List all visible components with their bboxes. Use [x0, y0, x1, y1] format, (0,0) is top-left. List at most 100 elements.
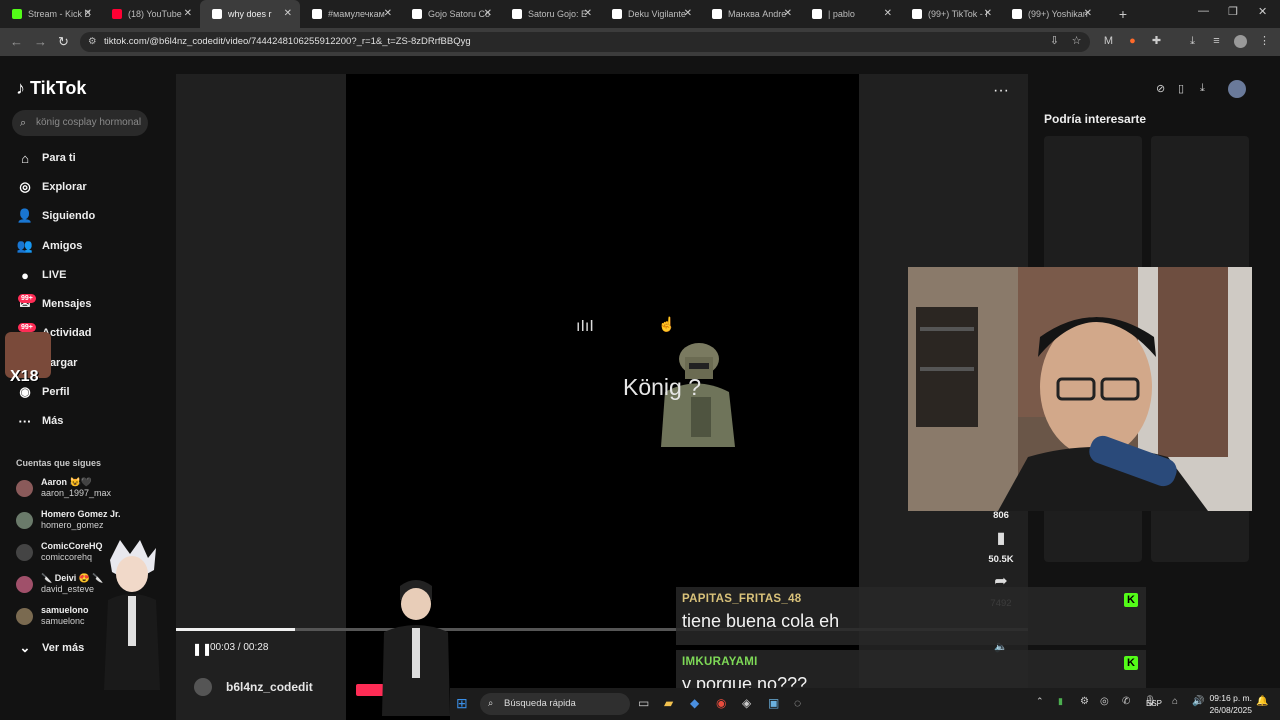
tab-close-icon[interactable]: ✕	[984, 8, 992, 19]
browser-tab[interactable]: Satoru Gojo: E ✕	[500, 0, 600, 28]
extension-orange-icon[interactable]: ●	[1126, 35, 1139, 48]
avatar	[16, 479, 33, 497]
install-app-icon[interactable]: ⇩	[1048, 35, 1061, 48]
sidebar-item-following[interactable]: 👤 Siguiendo	[16, 206, 95, 226]
tab-close-icon[interactable]: ✕	[84, 8, 92, 19]
tray-app-icon[interactable]: ▮	[1058, 696, 1063, 707]
tiktok-logo[interactable]: ♪ TikTok	[16, 78, 86, 99]
sidebar-item-compass[interactable]: ◎ Explorar	[16, 177, 86, 197]
browser-menu-icon[interactable]: ⋮	[1258, 35, 1271, 48]
tab-close-icon[interactable]: ✕	[184, 8, 192, 19]
browser-tab[interactable]: Манхва Andre ✕	[700, 0, 800, 28]
network-icon[interactable]: ⌂	[1172, 696, 1178, 707]
followed-account[interactable]: samuelono samuelonc	[16, 602, 89, 630]
see-more-button[interactable]: ⌄ Ver más	[16, 638, 85, 658]
comment-count: 806	[993, 510, 1009, 521]
tab-favicon-icon	[312, 9, 322, 19]
file-explorer-icon[interactable]: ▰	[664, 696, 673, 710]
tray-app-icon[interactable]: ✆	[1122, 696, 1130, 707]
kick-badge-icon: K	[1124, 656, 1138, 670]
webcam-overlay	[908, 267, 1252, 511]
app-icon[interactable]: ◈	[742, 696, 751, 710]
reload-icon[interactable]: ↻	[58, 34, 69, 50]
sidebar-item-more[interactable]: ··· Más	[16, 411, 64, 431]
sidebar-item-friends[interactable]: 👥 Amigos	[16, 236, 82, 256]
browser-tab[interactable]: (99+) Yoshikan ✕	[1000, 0, 1100, 28]
bookmark-star-icon[interactable]: ☆	[1070, 35, 1083, 48]
account-handle: comiccorehq	[41, 552, 93, 562]
tab-close-icon[interactable]: ✕	[284, 8, 292, 19]
sidebar-item-live[interactable]: ● LIVE	[16, 265, 66, 285]
tab-close-icon[interactable]: ✕	[1084, 8, 1092, 19]
followed-account[interactable]: Aaron 😺🖤 aaron_1997_max	[16, 474, 111, 502]
tab-close-icon[interactable]: ✕	[884, 8, 892, 19]
followed-account[interactable]: 🔪 Deivi 😍 🔪 david_esteve	[16, 570, 104, 598]
maximize-icon[interactable]: ❐	[1228, 5, 1238, 18]
url-field[interactable]: ⚙ tiktok.com/@b6l4nz_codedit/video/74442…	[80, 32, 1090, 52]
author-name[interactable]: b6l4nz_codedit	[226, 680, 313, 694]
site-info-icon[interactable]: ⚙	[88, 32, 97, 52]
tab-close-icon[interactable]: ✕	[684, 8, 692, 19]
language-indicator[interactable]: ESP	[1146, 699, 1162, 708]
tab-title: Stream - Kick D	[28, 9, 90, 19]
bookmark-icon[interactable]: ▮	[981, 528, 1021, 548]
app-icon[interactable]: ◌	[794, 696, 801, 710]
search-input[interactable]: ⌕ könig cosplay hormonal	[12, 110, 148, 136]
compass-tool-icon[interactable]: ⊘	[1156, 82, 1165, 95]
forward-icon[interactable]: →	[34, 34, 47, 49]
profile-avatar[interactable]	[1234, 35, 1247, 48]
windows-start-icon[interactable]: ⊞	[456, 695, 468, 712]
back-icon[interactable]: ←	[10, 34, 23, 49]
browser-tab[interactable]: (18) YouTube ✕	[100, 0, 200, 28]
downloads-icon[interactable]: ⤓	[1186, 35, 1199, 48]
minimize-icon[interactable]: —	[1198, 5, 1209, 17]
tab-title: (99+) TikTok - I	[928, 9, 988, 19]
tab-close-icon[interactable]: ✕	[384, 8, 392, 19]
followed-account[interactable]: Homero Gomez Jr. homero_gomez	[16, 506, 121, 534]
chevron-down-icon: ⌄	[19, 640, 31, 655]
device-icon[interactable]: ▯	[1178, 82, 1184, 95]
account-handle: homero_gomez	[41, 520, 104, 530]
browser-tab[interactable]: why does r ✕	[200, 0, 300, 28]
extensions-puzzle-icon[interactable]: ✚	[1150, 35, 1163, 48]
task-view-icon[interactable]: ▭	[638, 696, 649, 710]
tray-chevron-icon[interactable]: ⌃	[1036, 696, 1044, 707]
media-control-icon[interactable]: ≡	[1210, 35, 1223, 48]
tab-close-icon[interactable]: ✕	[484, 8, 492, 19]
tab-favicon-icon	[712, 9, 722, 19]
notification-icon[interactable]: 🔔	[1256, 696, 1268, 707]
followed-account[interactable]: ComicCoreHQ comiccorehq	[16, 538, 103, 566]
tab-close-icon[interactable]: ✕	[584, 8, 592, 19]
browser-tab[interactable]: #мамулечкам ✕	[300, 0, 400, 28]
volume-tray-icon[interactable]: 🔊	[1192, 696, 1204, 707]
user-avatar[interactable]	[1228, 80, 1246, 98]
activity-badge: 99+	[18, 323, 36, 332]
extension-m-icon[interactable]: M	[1102, 35, 1115, 48]
app-icon[interactable]: ▣	[768, 696, 779, 710]
chat-text: tiene buena cola eh	[682, 611, 840, 631]
browser-tab[interactable]: Stream - Kick D ✕	[0, 0, 100, 28]
video-caption: König ?	[623, 374, 702, 400]
new-tab-button[interactable]: +	[1112, 6, 1134, 22]
chrome-icon[interactable]: ◉	[716, 696, 726, 710]
tray-app-icon[interactable]: ⚙	[1080, 696, 1089, 707]
close-window-icon[interactable]: ✕	[1258, 5, 1267, 18]
tab-title: (99+) Yoshikan	[1028, 9, 1088, 19]
browser-tab[interactable]: Gojo Satoru Co ✕	[400, 0, 500, 28]
sidebar-item-home[interactable]: ⌂ Para ti	[16, 148, 76, 168]
taskbar-clock[interactable]: 09:16 p. m. 26/08/2025	[1209, 692, 1252, 716]
browser-tab[interactable]: (99+) TikTok - I ✕	[900, 0, 1000, 28]
avatar	[16, 607, 33, 625]
browser-tab[interactable]: Deku Vigilante ✕	[600, 0, 700, 28]
tab-close-icon[interactable]: ✕	[784, 8, 792, 19]
video-more-options-icon[interactable]: ···	[993, 82, 1009, 100]
author-avatar[interactable]	[194, 678, 212, 696]
tray-app-icon[interactable]: ◎	[1100, 696, 1109, 707]
taskbar-search[interactable]: ⌕ Búsqueda rápida	[480, 693, 630, 715]
tab-title: #мамулечкам	[328, 9, 385, 19]
app-icon[interactable]: ◆	[690, 696, 699, 710]
browser-tab[interactable]: | pablo ✕	[800, 0, 900, 28]
compass-icon: ◎	[19, 179, 31, 194]
audio-wave-icon[interactable]: ıIıI	[576, 318, 594, 336]
download-app-icon[interactable]: ⤓	[1200, 82, 1205, 95]
